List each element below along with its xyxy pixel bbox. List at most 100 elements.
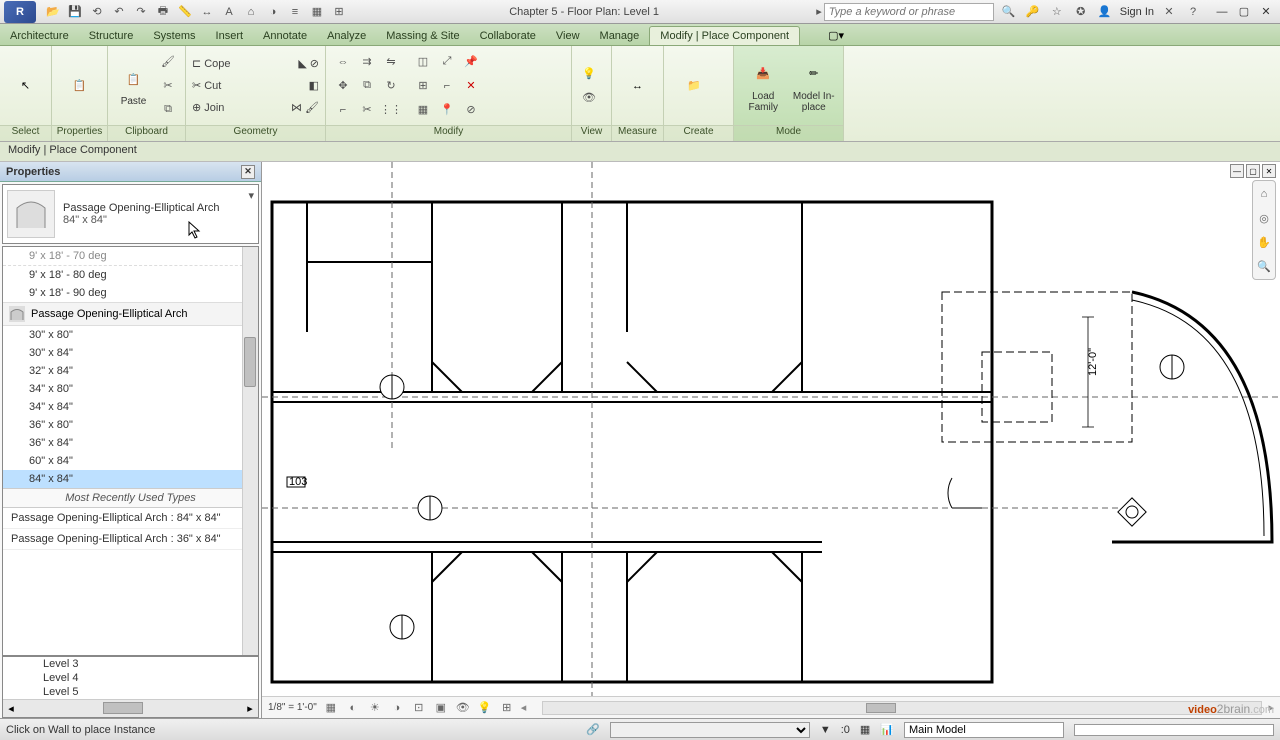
tab-systems[interactable]: Systems xyxy=(143,27,205,45)
print-icon[interactable]: 🖶 xyxy=(154,3,172,21)
type-list-scrollbar[interactable] xyxy=(242,247,258,655)
canvas-horizontal-scrollbar[interactable] xyxy=(542,701,1262,715)
help-icon[interactable]: ? xyxy=(1184,3,1202,21)
measure-qat-icon[interactable]: 📏 xyxy=(176,3,194,21)
pin-icon[interactable]: 📍 xyxy=(436,99,458,121)
paint-icon[interactable]: 🖌 xyxy=(305,101,319,114)
minimize-button[interactable]: — xyxy=(1212,4,1232,20)
tab-architecture[interactable]: Architecture xyxy=(0,27,79,45)
tab-annotate[interactable]: Annotate xyxy=(253,27,317,45)
tree-horizontal-scrollbar[interactable]: ◂▸ xyxy=(3,699,258,717)
visual-style-icon[interactable]: ◐ xyxy=(345,700,361,716)
search-input[interactable] xyxy=(824,3,994,21)
override-icon[interactable]: 👁 xyxy=(578,87,600,109)
section-icon[interactable]: ◑ xyxy=(264,3,282,21)
type-item[interactable]: 9' x 18' - 80 deg xyxy=(3,266,258,284)
scale-icon[interactable]: ⤢ xyxy=(436,51,458,73)
wheel-icon[interactable]: ◎ xyxy=(1255,209,1273,227)
type-item[interactable]: 9' x 18' - 90 deg xyxy=(3,284,258,302)
subscription-icon[interactable]: ✪ xyxy=(1072,3,1090,21)
crop-region-icon[interactable]: ▣ xyxy=(433,700,449,716)
trim-icon[interactable]: ⌐ xyxy=(332,99,354,121)
view-close-button[interactable]: ✕ xyxy=(1262,164,1276,178)
cut-geom-icon[interactable]: ✂ xyxy=(192,79,201,92)
type-item[interactable]: 9' x 18' - 70 deg xyxy=(3,247,258,266)
join-icon[interactable]: ⊕ xyxy=(192,101,201,114)
tree-item[interactable]: Level 5 xyxy=(3,685,258,699)
select-links-icon[interactable]: 🔗 xyxy=(586,723,600,736)
array-icon[interactable]: ⋮⋮ xyxy=(380,99,402,121)
delete-icon[interactable]: ✕ xyxy=(460,75,482,97)
sun-path-icon[interactable]: ☀ xyxy=(367,700,383,716)
type-item-selected[interactable]: 84" x 84" xyxy=(3,470,258,488)
type-item[interactable]: 60" x 84" xyxy=(3,452,258,470)
user-icon[interactable]: 👤 xyxy=(1096,3,1114,21)
corner-icon[interactable]: ⌐ xyxy=(436,75,458,97)
view-scale[interactable]: 1/8" = 1'-0" xyxy=(268,702,317,713)
save-icon[interactable]: 💾 xyxy=(66,3,84,21)
crop-view-icon[interactable]: ⊡ xyxy=(411,700,427,716)
design-option-select[interactable] xyxy=(610,722,810,738)
switch-windows-icon[interactable]: ⊞ xyxy=(330,3,348,21)
exchange-icon[interactable]: ✕ xyxy=(1160,3,1178,21)
mirror-axis-icon[interactable]: ⇋ xyxy=(380,51,402,73)
type-item[interactable]: 34" x 80" xyxy=(3,380,258,398)
filter-icon[interactable]: ▼ xyxy=(820,724,831,736)
demolish2-icon[interactable]: ⊘ xyxy=(460,99,482,121)
ribbon-panel-toggle-icon[interactable]: ▢▾ xyxy=(820,26,852,45)
rotate-icon[interactable]: ↻ xyxy=(380,75,402,97)
signin-link[interactable]: Sign In xyxy=(1120,6,1154,18)
tab-manage[interactable]: Manage xyxy=(590,27,650,45)
tree-item[interactable]: Level 3 xyxy=(3,657,258,671)
app-logo[interactable]: R xyxy=(4,1,36,23)
extend-icon[interactable]: ⊞ xyxy=(412,75,434,97)
drawing-canvas[interactable]: 12'-0" 103 — ▢ ✕ ⌂ ◎ ✋ 🔍 1/8" = 1'-0" ▦ … xyxy=(262,162,1280,718)
properties-close-button[interactable]: ✕ xyxy=(241,165,255,179)
tab-massing-site[interactable]: Massing & Site xyxy=(376,27,469,45)
mru-item[interactable]: Passage Opening-Elliptical Arch : 36" x … xyxy=(3,529,258,550)
redo-icon[interactable]: ↷ xyxy=(132,3,150,21)
load-family-button[interactable]: 📥Load Family xyxy=(740,57,787,115)
shadows-icon[interactable]: ◑ xyxy=(389,700,405,716)
maximize-button[interactable]: ▢ xyxy=(1234,4,1254,20)
paste-button[interactable]: 📋Paste xyxy=(114,62,153,109)
split-face-icon[interactable]: ◧ xyxy=(309,79,319,92)
hide-icon[interactable]: 💡 xyxy=(578,63,600,85)
type-item[interactable]: 30" x 84" xyxy=(3,344,258,362)
copy-clipboard-icon[interactable]: ⧉ xyxy=(157,99,179,121)
pan-icon[interactable]: ✋ xyxy=(1255,233,1273,251)
text-icon[interactable]: A xyxy=(220,3,238,21)
cut-clipboard-icon[interactable]: ✂ xyxy=(157,75,179,97)
undo-icon[interactable]: ↶ xyxy=(110,3,128,21)
model-inplace-button[interactable]: ✏Model In-place xyxy=(791,57,838,115)
type-item[interactable]: 30" x 80" xyxy=(3,326,258,344)
beam-join-icon[interactable]: ⋈ xyxy=(291,101,302,114)
unpin-icon[interactable]: 📌 xyxy=(460,51,482,73)
copy-icon[interactable]: ⧉ xyxy=(356,75,378,97)
type-item[interactable]: 36" x 80" xyxy=(3,416,258,434)
sync-icon[interactable]: ⟲ xyxy=(88,3,106,21)
type-item[interactable]: 34" x 84" xyxy=(3,398,258,416)
star-icon[interactable]: ☆ xyxy=(1048,3,1066,21)
binoculars-icon[interactable]: 🔍 xyxy=(1000,3,1018,21)
key-icon[interactable]: 🔑 xyxy=(1024,3,1042,21)
dimension-icon[interactable]: ↔ xyxy=(198,3,216,21)
zoom-icon[interactable]: 🔍 xyxy=(1255,257,1273,275)
tab-view[interactable]: View xyxy=(546,27,590,45)
worksharing-display-icon[interactable]: ⊞ xyxy=(499,700,515,716)
type-selector[interactable]: Passage Opening-Elliptical Arch 84" x 84… xyxy=(2,184,259,244)
tree-item[interactable]: Level 4 xyxy=(3,671,258,685)
group-icon[interactable]: ▦ xyxy=(412,99,434,121)
match-type-icon[interactable]: 🖌 xyxy=(157,51,179,73)
cope-icon[interactable]: ⊏ xyxy=(192,57,201,70)
move-icon[interactable]: ✥ xyxy=(332,75,354,97)
hide-isolate-icon[interactable]: 👁 xyxy=(455,700,471,716)
tab-insert[interactable]: Insert xyxy=(206,27,254,45)
tab-structure[interactable]: Structure xyxy=(79,27,144,45)
type-item[interactable]: 36" x 84" xyxy=(3,434,258,452)
cope-label[interactable]: Cope xyxy=(204,58,230,70)
split-icon[interactable]: ✂ xyxy=(356,99,378,121)
type-item[interactable]: 32" x 84" xyxy=(3,362,258,380)
editable-only-icon[interactable]: ▦ xyxy=(860,723,870,736)
workset-select[interactable] xyxy=(904,722,1064,738)
